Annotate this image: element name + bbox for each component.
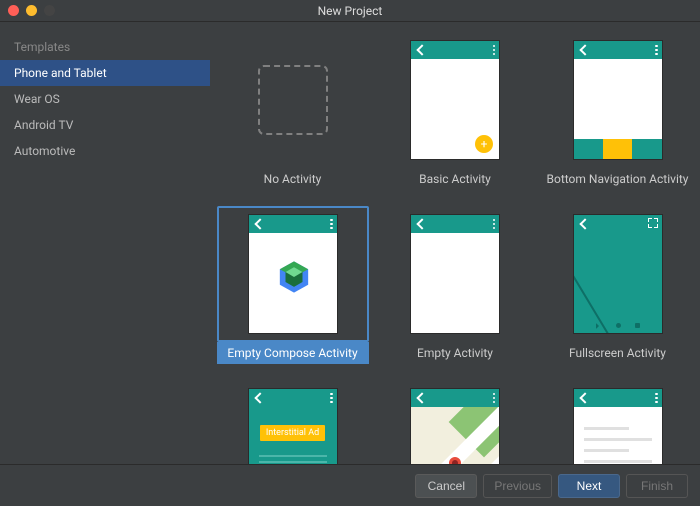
phone-preview: Interstitial Ad — [248, 388, 338, 464]
back-icon — [254, 218, 265, 229]
sidebar-item-android-tv[interactable]: Android TV — [0, 112, 210, 138]
bottom-nav-icon — [574, 139, 662, 159]
sidebar-item-phone-and-tablet[interactable]: Phone and Tablet — [0, 60, 210, 86]
map-icon — [411, 407, 499, 464]
template-gallery: No Activity + Basic Activity — [210, 22, 700, 464]
fab-icon: + — [475, 135, 493, 153]
no-activity-icon — [258, 65, 328, 135]
template-tile-admob-activity[interactable]: Interstitial Ad Google AdMob Ads Activit… — [213, 380, 373, 464]
window-title: New Project — [0, 4, 700, 18]
template-label: No Activity — [217, 168, 369, 190]
template-tile-empty-activity[interactable]: Empty Activity — [375, 206, 535, 376]
template-label: Empty Activity — [379, 342, 531, 364]
back-icon — [416, 218, 427, 229]
phone-preview — [248, 214, 338, 334]
overflow-menu-icon — [330, 219, 333, 230]
overflow-menu-icon — [493, 393, 496, 404]
overflow-menu-icon — [655, 393, 658, 404]
template-tile-login-activity[interactable]: Login Activity — [538, 380, 698, 464]
phone-preview — [573, 40, 663, 160]
template-tile-bottom-navigation[interactable]: Bottom Navigation Activity — [538, 32, 698, 202]
jetpack-compose-icon — [277, 260, 311, 294]
back-icon — [579, 44, 590, 55]
phone-preview — [573, 214, 663, 334]
previous-button: Previous — [483, 474, 552, 498]
template-label: Bottom Navigation Activity — [542, 168, 694, 190]
overflow-menu-icon — [493, 45, 496, 56]
sidebar: Templates Phone and Tablet Wear OS Andro… — [0, 22, 210, 464]
main-area: Templates Phone and Tablet Wear OS Andro… — [0, 22, 700, 464]
wizard-footer: Cancel Previous Next Finish — [0, 464, 700, 506]
template-label: Fullscreen Activity — [542, 342, 694, 364]
back-icon — [416, 44, 427, 55]
zoom-window-button[interactable] — [44, 5, 55, 16]
fullscreen-icon — [648, 218, 658, 228]
back-icon — [254, 392, 265, 403]
back-icon — [579, 392, 590, 403]
phone-preview — [410, 388, 500, 464]
template-tile-empty-compose[interactable]: Empty Compose Activity — [213, 206, 373, 376]
overflow-menu-icon — [493, 219, 496, 230]
template-tile-no-activity[interactable]: No Activity — [213, 32, 373, 202]
cancel-button[interactable]: Cancel — [415, 474, 477, 498]
back-icon — [579, 218, 590, 229]
sidebar-item-wear-os[interactable]: Wear OS — [0, 86, 210, 112]
overflow-menu-icon — [655, 45, 658, 56]
overflow-menu-icon — [330, 393, 333, 404]
template-label: Basic Activity — [379, 168, 531, 190]
template-tile-basic-activity[interactable]: + Basic Activity — [375, 32, 535, 202]
template-label: Empty Compose Activity — [217, 342, 369, 364]
back-icon — [416, 392, 427, 403]
finish-button: Finish — [626, 474, 688, 498]
window-controls — [8, 5, 55, 16]
next-button[interactable]: Next — [558, 474, 620, 498]
titlebar: New Project — [0, 0, 700, 22]
minimize-window-button[interactable] — [26, 5, 37, 16]
sidebar-heading: Templates — [0, 36, 210, 60]
phone-preview: + — [410, 40, 500, 160]
template-tile-fullscreen-activity[interactable]: Fullscreen Activity — [538, 206, 698, 376]
phone-preview — [410, 214, 500, 334]
template-tile-maps-activity[interactable]: Google Maps Activity — [375, 380, 535, 464]
ad-banner-label: Interstitial Ad — [260, 425, 325, 441]
close-window-button[interactable] — [8, 5, 19, 16]
sidebar-item-automotive[interactable]: Automotive — [0, 138, 210, 164]
phone-preview — [573, 388, 663, 464]
nav-bar-icon — [574, 323, 662, 329]
